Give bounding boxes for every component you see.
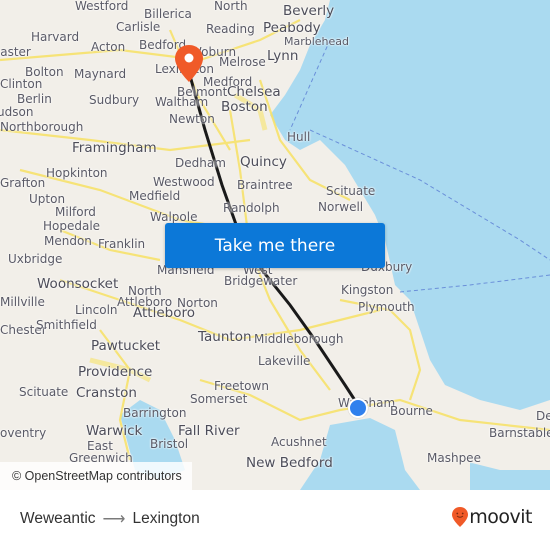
origin-name: Weweantic bbox=[20, 510, 96, 527]
origin-pin-icon[interactable] bbox=[173, 44, 205, 84]
place-label: Berlin bbox=[17, 92, 52, 106]
destination-name: Lexington bbox=[132, 510, 200, 527]
place-label: Melrose bbox=[219, 55, 266, 69]
place-label: Franklin bbox=[98, 237, 146, 251]
place-label: Randolph bbox=[223, 201, 280, 215]
place-label: Billerica bbox=[144, 7, 192, 21]
place-label: Hudson bbox=[0, 105, 34, 119]
place-label: Millville bbox=[0, 295, 45, 309]
place-label: Framingham bbox=[72, 140, 157, 156]
moovit-pin-icon bbox=[452, 507, 469, 527]
place-label: Bristol bbox=[150, 437, 189, 451]
place-label: Lincoln bbox=[75, 303, 118, 317]
place-label: Medfield bbox=[129, 189, 181, 203]
place-label: Sudbury bbox=[89, 93, 140, 107]
place-label: Hull bbox=[287, 130, 311, 144]
place-label: Peabody bbox=[263, 20, 321, 36]
place-label: Clinton bbox=[0, 77, 43, 91]
place-label: Middleborough bbox=[254, 332, 344, 346]
place-label: Barrington bbox=[123, 406, 187, 420]
place-label: Pawtucket bbox=[91, 338, 161, 354]
place-label: Kingston bbox=[341, 283, 394, 297]
place-label: Lakeville bbox=[258, 354, 311, 368]
place-label: Mashpee bbox=[427, 451, 481, 465]
place-label: Boston bbox=[221, 99, 268, 115]
place-label: Uxbridge bbox=[8, 252, 63, 266]
place-label: Lynn bbox=[267, 48, 299, 64]
take-me-there-button[interactable]: Take me there bbox=[165, 223, 385, 268]
place-label: Westford bbox=[75, 0, 129, 13]
place-label: Newton bbox=[169, 112, 215, 126]
place-label: Bourne bbox=[390, 404, 433, 418]
place-label: Norwell bbox=[318, 200, 364, 214]
footer: Weweantic ⟶ Lexington moovit bbox=[0, 490, 550, 550]
place-label: Taunton bbox=[198, 329, 252, 345]
place-label: New Bedford bbox=[246, 455, 333, 471]
place-label: Beverly bbox=[283, 3, 335, 19]
place-label: Acushnet bbox=[271, 435, 327, 449]
place-label: Hopkinton bbox=[46, 166, 108, 180]
place-label: Plymouth bbox=[358, 300, 415, 314]
place-label: Maynard bbox=[74, 67, 127, 81]
place-label: Scituate bbox=[326, 184, 376, 198]
place-label: Northborough bbox=[0, 120, 84, 134]
place-label: Warwick bbox=[86, 423, 143, 439]
place-label: Freetown bbox=[214, 379, 269, 393]
place-label: Scituate bbox=[19, 385, 69, 399]
map-attribution: © OpenStreetMap contributors bbox=[0, 462, 192, 490]
place-label: Walpole bbox=[150, 210, 198, 224]
place-label: Marblehead bbox=[284, 35, 350, 48]
place-label: Milford bbox=[55, 205, 96, 219]
place-label: Providence bbox=[78, 364, 153, 380]
place-label: Harvard bbox=[31, 30, 80, 44]
brand-name: moovit bbox=[469, 506, 532, 528]
destination-marker[interactable] bbox=[348, 398, 368, 418]
place-label: De bbox=[536, 409, 550, 423]
place-label: Mendon bbox=[44, 234, 92, 248]
place-label: Attleboro bbox=[133, 305, 195, 321]
place-label: Smithfield bbox=[36, 318, 97, 332]
place-label: Reading bbox=[206, 22, 255, 36]
place-label: Quincy bbox=[240, 154, 287, 170]
place-label: Barnstable bbox=[489, 426, 550, 440]
place-label: Grafton bbox=[0, 176, 46, 190]
place-label: Dedham bbox=[175, 156, 226, 170]
place-label: Braintree bbox=[237, 178, 293, 192]
map[interactable]: Westford Billerica North Beverly Harvard… bbox=[0, 0, 550, 490]
place-label: Belmont bbox=[177, 85, 228, 99]
place-label: Hopedale bbox=[43, 219, 101, 233]
place-label: Cranston bbox=[76, 385, 137, 401]
arrow-right-icon: ⟶ bbox=[102, 511, 126, 528]
place-label: oventry bbox=[0, 426, 47, 440]
place-label: Westwood bbox=[153, 175, 215, 189]
place-label: Woonsocket bbox=[37, 276, 119, 292]
moovit-logo[interactable]: moovit bbox=[451, 506, 532, 528]
route-label: Weweantic ⟶ Lexington bbox=[20, 509, 200, 529]
place-label: Carlisle bbox=[116, 20, 161, 34]
place-label: Upton bbox=[29, 192, 66, 206]
place-label: Lancaster bbox=[0, 45, 31, 59]
place-label: Acton bbox=[91, 40, 126, 54]
place-label: North bbox=[214, 0, 248, 13]
place-label: Somerset bbox=[190, 392, 248, 406]
attribution-text[interactable]: © OpenStreetMap contributors bbox=[12, 469, 182, 483]
place-label: Bridgewater bbox=[224, 274, 298, 288]
place-label: Chelsea bbox=[227, 84, 281, 100]
